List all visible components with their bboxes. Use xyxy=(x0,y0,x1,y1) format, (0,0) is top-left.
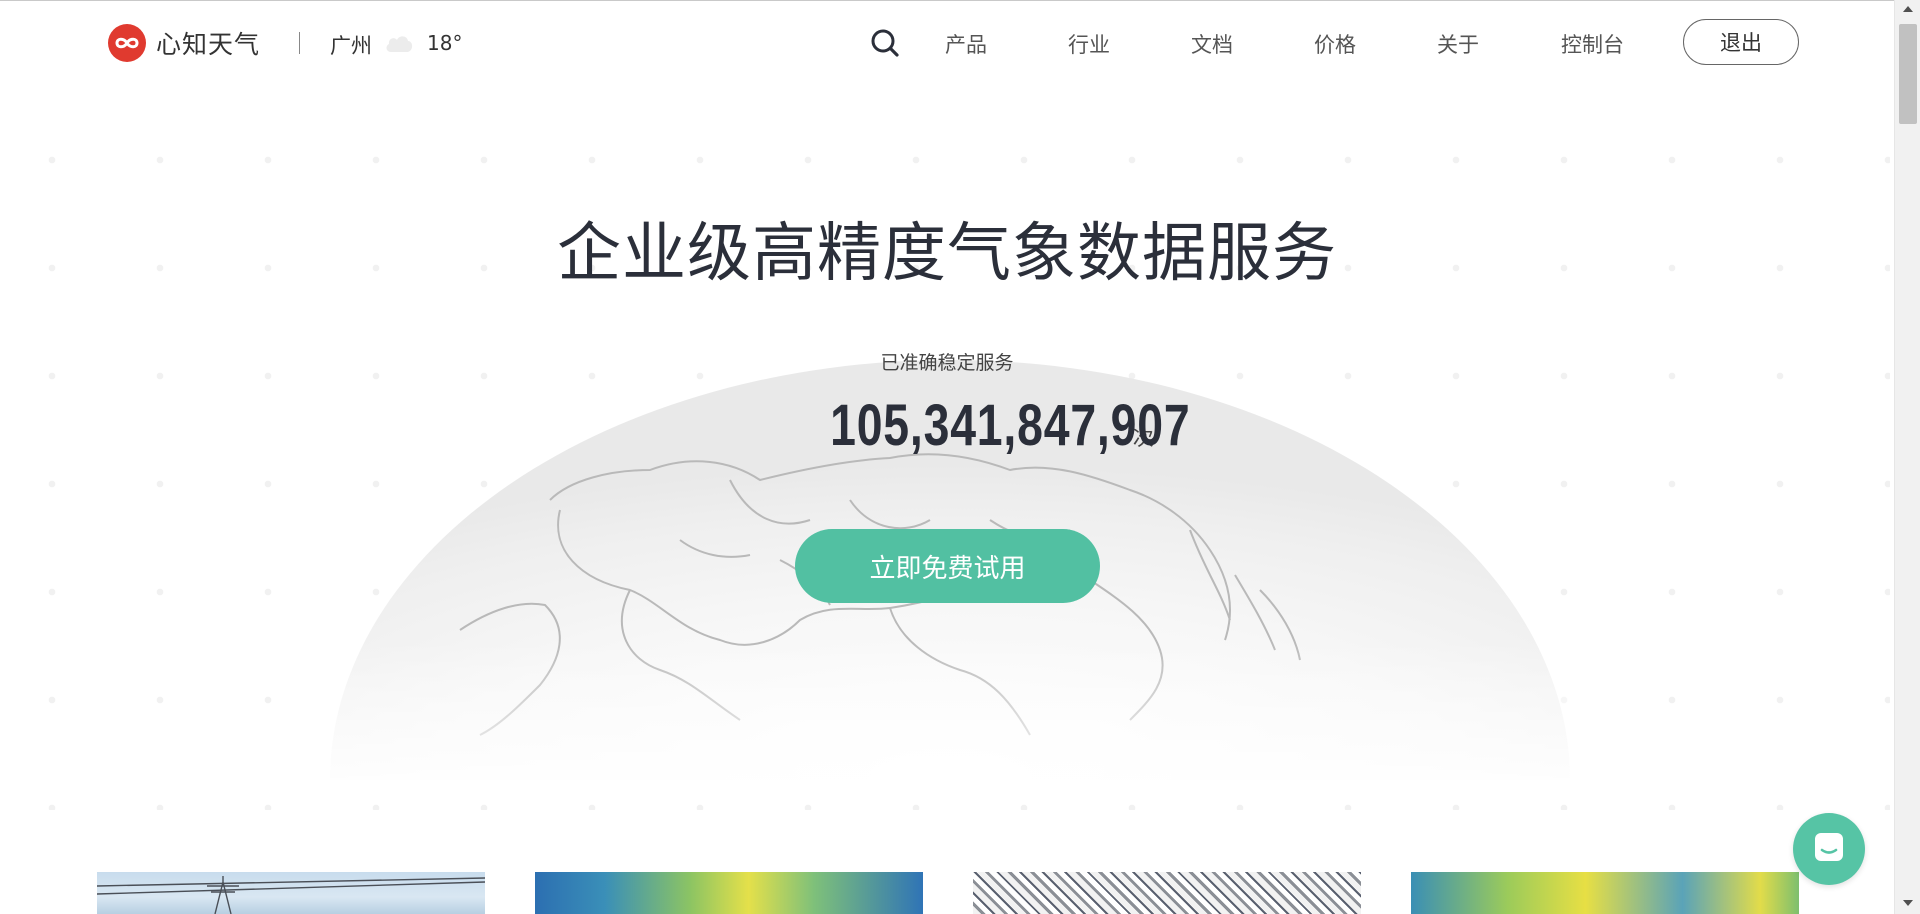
nav-docs[interactable]: 文档 xyxy=(1191,29,1233,59)
page-scrollbar[interactable] xyxy=(1894,0,1920,914)
weather-city: 广州 xyxy=(330,34,372,58)
free-trial-button[interactable]: 立即免费试用 xyxy=(795,529,1100,603)
nav-console[interactable]: 控制台 xyxy=(1561,29,1624,59)
scroll-thumb[interactable] xyxy=(1899,24,1917,124)
nav-products[interactable]: 产品 xyxy=(945,29,987,59)
counter-value: 105,341,847,907 xyxy=(830,393,1191,458)
feature-card-power-grid[interactable] xyxy=(97,872,485,914)
search-icon[interactable] xyxy=(870,28,900,62)
feature-card-weather-map[interactable] xyxy=(535,872,923,914)
service-counter: 105,341,847,907次 xyxy=(0,392,1894,459)
nav-about[interactable]: 关于 xyxy=(1437,29,1479,59)
nav-pricing[interactable]: 价格 xyxy=(1314,29,1356,59)
brand-logo[interactable]: 心知天气 xyxy=(108,24,260,62)
top-border xyxy=(0,0,1920,1)
logout-button[interactable]: 退出 xyxy=(1683,19,1799,65)
scroll-down-arrow-icon[interactable] xyxy=(1903,900,1913,906)
chat-button[interactable] xyxy=(1793,813,1865,885)
brand-name: 心知天气 xyxy=(156,30,261,59)
nav-industries[interactable]: 行业 xyxy=(1068,29,1110,59)
scroll-up-arrow-icon[interactable] xyxy=(1903,6,1913,12)
hero-subtitle: 已准确稳定服务 xyxy=(880,352,1014,374)
infinity-logo-icon xyxy=(108,24,146,62)
cloud-icon xyxy=(384,32,414,58)
weather-temperature: 18° xyxy=(427,31,463,55)
feature-card-satellite[interactable] xyxy=(973,872,1361,914)
feature-card-forecast-map[interactable] xyxy=(1411,872,1799,914)
header-divider xyxy=(299,32,300,54)
power-tower-icon xyxy=(97,876,485,914)
hero-title: 企业级高精度气象数据服务 xyxy=(557,217,1337,291)
chat-icon xyxy=(1812,830,1846,868)
